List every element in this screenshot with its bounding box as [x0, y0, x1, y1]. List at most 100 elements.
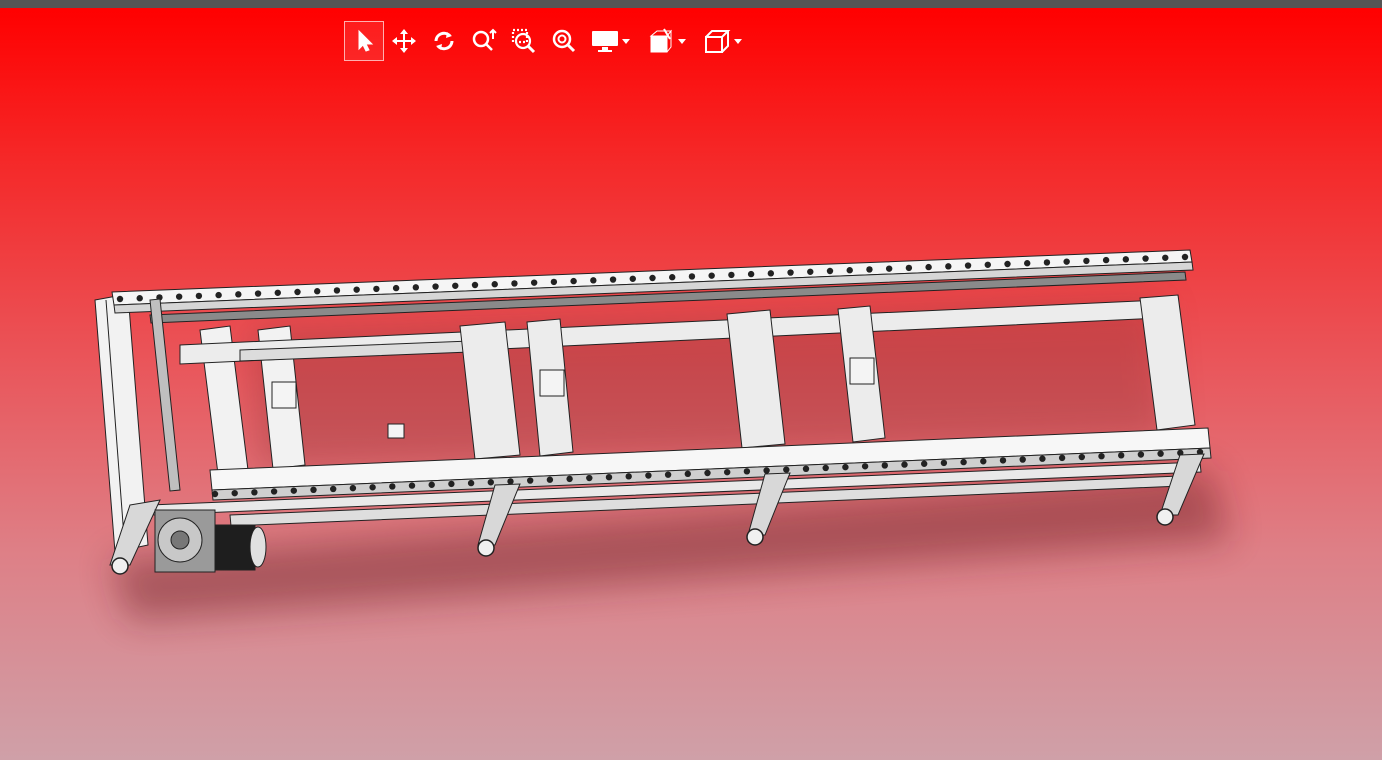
roller [1039, 455, 1046, 462]
roller [684, 470, 691, 478]
roller [1142, 255, 1149, 262]
cursor-icon [353, 29, 375, 53]
roller [1078, 453, 1086, 461]
cube-icon [703, 28, 731, 54]
roller [747, 270, 755, 278]
roller [511, 280, 518, 287]
roller [743, 468, 751, 475]
roller [1102, 256, 1110, 264]
roller [822, 464, 829, 472]
roller [507, 478, 514, 485]
roller [428, 481, 435, 488]
roller [586, 474, 593, 482]
section-box-icon [647, 28, 675, 54]
roller [609, 276, 617, 283]
roller [314, 288, 321, 295]
select-tool-button[interactable] [344, 21, 384, 61]
roller [728, 271, 735, 279]
roller [1122, 256, 1130, 263]
roller [1157, 450, 1164, 457]
roller [1098, 453, 1105, 460]
pan-tool-button[interactable] [384, 21, 424, 61]
roller [1162, 254, 1169, 261]
roller [215, 291, 222, 299]
roller [901, 461, 908, 468]
chevron-down-icon[interactable] [732, 21, 744, 61]
roller [254, 290, 262, 297]
roller [432, 283, 439, 290]
section-view-button[interactable] [646, 21, 676, 61]
roller [408, 482, 416, 489]
roller [373, 285, 380, 293]
zoom-fit-button[interactable] [544, 21, 584, 61]
roller [195, 292, 203, 300]
roller [487, 479, 494, 486]
roller [1058, 454, 1066, 462]
roller [645, 472, 652, 479]
roller [802, 465, 810, 472]
roller [389, 483, 396, 490]
title-bar [0, 0, 1382, 8]
roller [846, 267, 853, 274]
view-toolbar [344, 21, 744, 61]
display-mode-dropdown[interactable] [590, 21, 632, 61]
roller [980, 458, 987, 465]
roller [467, 479, 475, 487]
roller [629, 275, 636, 282]
section-view-dropdown[interactable] [646, 21, 688, 61]
roller [866, 266, 873, 273]
chevron-down-icon[interactable] [620, 21, 632, 61]
roller [290, 487, 297, 494]
roller [964, 262, 972, 269]
zoom-tool-button[interactable] [464, 21, 504, 61]
roller [925, 263, 932, 271]
roller [960, 458, 967, 466]
roller [905, 264, 913, 272]
roller [649, 274, 656, 282]
roller [787, 269, 794, 276]
roller [550, 278, 558, 286]
chevron-down-icon[interactable] [676, 21, 688, 61]
view-orientation-button[interactable] [702, 21, 732, 61]
rotate-tool-button[interactable] [424, 21, 464, 61]
roller [783, 466, 790, 473]
roller [231, 489, 238, 497]
roller [940, 459, 948, 467]
roller [274, 289, 281, 296]
roller [605, 474, 613, 481]
roller [1137, 451, 1145, 458]
zoom-window-button[interactable] [504, 21, 544, 61]
roller [1019, 456, 1026, 463]
roller [412, 284, 420, 291]
roller [1024, 260, 1031, 267]
roller [448, 480, 455, 488]
roller [452, 282, 459, 289]
display-mode-button[interactable] [590, 21, 620, 61]
roller [566, 475, 573, 483]
roller [763, 467, 770, 474]
roller [235, 291, 242, 298]
roller [1118, 452, 1125, 459]
roller [333, 287, 341, 294]
roller [1043, 259, 1051, 266]
roller [1063, 258, 1070, 265]
move-arrows-icon [391, 28, 417, 54]
roller [984, 261, 991, 268]
conveyor-model[interactable] [0, 8, 1382, 760]
roller [724, 468, 731, 476]
roller [999, 457, 1007, 464]
roller [251, 489, 258, 496]
roller [136, 295, 143, 302]
roller [1181, 253, 1189, 261]
roller [708, 272, 715, 279]
roller [330, 485, 337, 493]
roller [1083, 257, 1090, 265]
view-orientation-dropdown[interactable] [702, 21, 744, 61]
roller [1004, 260, 1011, 268]
roller [881, 462, 888, 469]
roller [116, 295, 124, 303]
3d-viewport[interactable] [0, 8, 1382, 760]
roller [527, 477, 534, 484]
roller [570, 277, 577, 285]
roller [664, 471, 672, 478]
